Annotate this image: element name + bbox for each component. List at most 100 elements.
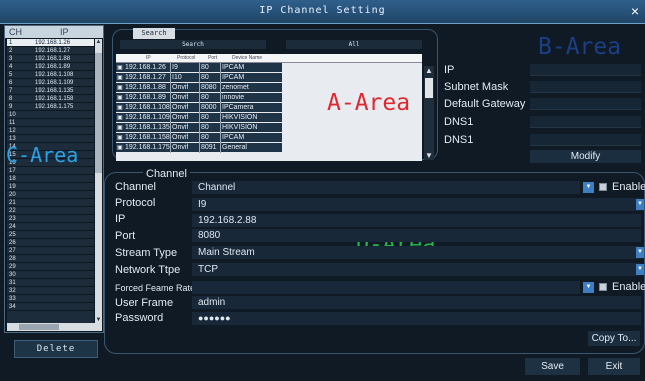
modify-button[interactable]: Modify <box>530 150 641 163</box>
channel-list-item[interactable]: 13 <box>7 135 94 143</box>
close-icon[interactable]: × <box>628 3 642 19</box>
forced-frame-rate-select[interactable] <box>192 281 580 294</box>
channel-ip: 192.168.1.175 <box>35 104 74 110</box>
channel-list-item[interactable]: 7 192.168.1.135 <box>7 87 94 95</box>
save-button[interactable]: Save <box>525 358 580 375</box>
column-divider <box>199 93 200 103</box>
password-input[interactable]: ●●●●●● <box>192 312 641 325</box>
row-checkbox-icon[interactable]: ▣ <box>117 83 123 93</box>
channel-list-item[interactable]: 3 192.168.1.88 <box>7 55 94 63</box>
channel-list-item[interactable]: 34 <box>7 303 94 311</box>
channel-list-item[interactable]: 31 <box>7 279 94 287</box>
hscrollbar-thumb[interactable] <box>19 324 59 330</box>
channel-list-item[interactable]: 26 <box>7 239 94 247</box>
channel-list-item[interactable]: 6 192.168.1.109 <box>7 79 94 87</box>
chevron-down-icon[interactable]: ▼ <box>583 282 594 293</box>
device-row[interactable]: ▣ 192.168.1.158 Onvif 80 IPCAM <box>116 133 282 143</box>
ip-input[interactable]: 192.168.2.88 <box>192 214 641 227</box>
channel-list-item[interactable]: 23 <box>7 215 94 223</box>
exit-button[interactable]: Exit <box>588 358 640 375</box>
enable-checkbox[interactable] <box>599 183 607 191</box>
row-checkbox-icon[interactable]: ▣ <box>117 113 123 123</box>
dns2-field[interactable] <box>530 134 641 146</box>
channel-list-item[interactable]: 5 192.168.1.108 <box>7 71 94 79</box>
channel-list-item[interactable]: 21 <box>7 199 94 207</box>
channel-list-item[interactable]: 20 <box>7 191 94 199</box>
channel-list-item[interactable]: 10 <box>7 111 94 119</box>
channel-list-item[interactable]: 29 <box>7 263 94 271</box>
password-label: Password <box>115 312 164 324</box>
row-checkbox-icon[interactable]: ▣ <box>117 103 123 113</box>
channel-list-item[interactable]: 17 <box>7 167 94 175</box>
column-divider <box>199 133 200 143</box>
port-input[interactable]: 8080 <box>192 229 641 242</box>
default-gateway-field[interactable] <box>530 98 641 110</box>
device-name: zenomet <box>222 84 249 91</box>
row-checkbox-icon[interactable]: ▣ <box>117 63 123 73</box>
channel-list-item[interactable]: 18 <box>7 175 94 183</box>
protocol-select[interactable]: I9 <box>192 198 641 211</box>
copy-to-button[interactable]: Copy To... <box>588 331 640 346</box>
device-row[interactable]: ▣ 192.168.1.88 Onvif 8080 zenomet <box>116 83 282 93</box>
network-type-select[interactable]: TCP <box>192 263 641 276</box>
channel-list-item[interactable]: 9 192.168.1.175 <box>7 103 94 111</box>
row-checkbox-icon[interactable]: ▣ <box>117 93 123 103</box>
device-table-scrollbar[interactable]: ▲ ▼ <box>424 66 434 160</box>
channel-list-item[interactable]: 25 <box>7 231 94 239</box>
default-gateway-label: Default Gateway <box>444 98 526 110</box>
all-button[interactable]: All <box>286 40 422 49</box>
channel-list-item[interactable]: 1 192.168.1.26 <box>7 39 94 47</box>
row-checkbox-icon[interactable]: ▣ <box>117 143 123 153</box>
chevron-down-icon[interactable]: ▼ <box>636 247 644 258</box>
scrollbar-thumb[interactable] <box>95 53 102 173</box>
device-row[interactable]: ▣ 192.168.1.26 I9 80 IPCAM <box>116 63 282 73</box>
channel-list-item[interactable]: 8 192.168.1.158 <box>7 95 94 103</box>
stream-type-select[interactable]: Main Stream <box>192 246 641 259</box>
search-button[interactable]: Search <box>120 40 266 49</box>
channel-select[interactable]: Channel <box>192 181 580 194</box>
scroll-up-icon[interactable]: ▲ <box>95 39 102 45</box>
user-input[interactable]: admin <box>192 296 641 309</box>
device-row[interactable]: ▣ 192.168.1.135 Onvif 80 HIKVISION <box>116 123 282 133</box>
row-checkbox-icon[interactable]: ▣ <box>117 123 123 133</box>
channel-list-item[interactable]: 33 <box>7 295 94 303</box>
device-row[interactable]: ▣ 192.168.1.27 I10 80 IPCAM <box>116 73 282 83</box>
device-row[interactable]: ▣ 192.168.1.89 Onvif 80 innovie <box>116 93 282 103</box>
channel-list-item[interactable]: 27 <box>7 247 94 255</box>
channel-list-hscrollbar[interactable] <box>7 323 102 331</box>
device-row[interactable]: ▣ 192.168.1.175 Onvif 8091 General <box>116 143 282 153</box>
chevron-down-icon[interactable]: ▼ <box>583 182 594 193</box>
channel-list-item[interactable]: 30 <box>7 271 94 279</box>
ip-field[interactable] <box>530 64 641 76</box>
row-checkbox-icon[interactable]: ▣ <box>117 73 123 83</box>
channel-number: 8 <box>9 96 13 102</box>
search-tab[interactable]: Search <box>133 28 175 39</box>
scroll-down-icon[interactable]: ▼ <box>424 151 434 160</box>
channel-list-item[interactable]: 12 <box>7 127 94 135</box>
channel-number: 13 <box>9 136 16 142</box>
device-name: HIKVISION <box>222 124 258 131</box>
chevron-down-icon[interactable]: ▼ <box>636 199 644 210</box>
channel-list-item[interactable]: 22 <box>7 207 94 215</box>
scroll-up-icon[interactable]: ▲ <box>424 66 434 75</box>
channel-list[interactable]: 1 192.168.1.26 2 192.168.1.27 3 192.168.1.88 4… <box>7 39 94 323</box>
channel-list-item[interactable]: 32 <box>7 287 94 295</box>
device-port: 8000 <box>201 104 217 111</box>
channel-list-item[interactable]: 11 <box>7 119 94 127</box>
channel-list-item[interactable]: 19 <box>7 183 94 191</box>
device-row[interactable]: ▣ 192.168.1.108 Onvif 8000 IPCamera <box>116 103 282 113</box>
channel-number: 5 <box>9 72 13 78</box>
row-checkbox-icon[interactable]: ▣ <box>117 133 123 143</box>
channel-list-item[interactable]: 4 192.168.1.89 <box>7 63 94 71</box>
channel-list-scrollbar[interactable]: ▲ ▼ <box>95 39 102 323</box>
subnet-mask-field[interactable] <box>530 81 641 93</box>
channel-list-item[interactable]: 28 <box>7 255 94 263</box>
device-row[interactable]: ▣ 192.168.1.109 Onvif 80 HIKVISION <box>116 113 282 123</box>
scrollbar-thumb[interactable] <box>425 78 433 98</box>
channel-list-item[interactable]: 24 <box>7 223 94 231</box>
chevron-down-icon[interactable]: ▼ <box>636 264 644 275</box>
enable-checkbox[interactable] <box>599 283 607 291</box>
channel-list-item[interactable]: 2 192.168.1.27 <box>7 47 94 55</box>
dns1-field[interactable] <box>530 116 641 128</box>
delete-button[interactable]: Delete <box>14 340 98 358</box>
